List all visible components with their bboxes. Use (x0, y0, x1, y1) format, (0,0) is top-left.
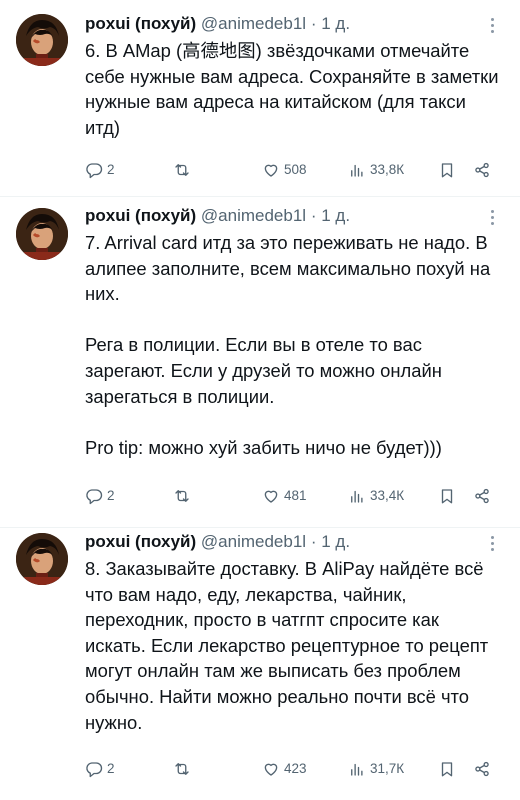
share-icon (475, 761, 489, 777)
repost-icon (175, 763, 189, 775)
tweet-actions: 2 481 33,4К (85, 484, 505, 508)
views-count: 33,8К (370, 162, 405, 177)
more-dots-icon[interactable] (486, 530, 500, 554)
avatar[interactable] (16, 533, 68, 585)
tweet-header: poxui (похуй) @animedeb1l · 1 д. (85, 530, 504, 554)
timestamp[interactable]: 1 д. (321, 206, 350, 225)
like-count: 508 (284, 162, 307, 177)
views-button[interactable]: 31,7К (348, 757, 404, 781)
tweet-header: poxui (похуй) @animedeb1l · 1 д. (85, 204, 504, 228)
like-button[interactable]: 423 (262, 757, 307, 781)
avatar-image (16, 208, 68, 260)
heart-icon (264, 164, 278, 177)
views-count: 31,7К (370, 761, 405, 776)
tweet[interactable]: poxui (похуй) @animedeb1l · 1 д. 7. Arri… (0, 197, 520, 527)
tweet-actions: 2 508 33,8К (85, 158, 505, 182)
views-icon (351, 490, 363, 503)
views-button[interactable]: 33,4К (348, 484, 404, 508)
tweet-text: 7. Arrival card итд за это переживать не… (85, 232, 491, 458)
timeline: poxui (похуй) @animedeb1l · 1 д. 6. В AM… (0, 0, 520, 800)
like-button[interactable]: 508 (262, 158, 307, 182)
views-icon (351, 763, 363, 776)
author-handle[interactable]: @animedeb1l (201, 14, 306, 33)
avatar-image (16, 14, 68, 66)
reply-button[interactable]: 2 (85, 158, 115, 182)
like-count: 481 (284, 488, 307, 503)
avatar[interactable] (16, 208, 68, 260)
reply-button[interactable]: 2 (85, 757, 115, 781)
reply-button[interactable]: 2 (85, 484, 115, 508)
reply-icon (86, 489, 103, 505)
heart-icon (264, 763, 278, 776)
tweet-header: poxui (похуй) @animedeb1l · 1 д. (85, 12, 504, 36)
author-name[interactable]: poxui (похуй) (85, 206, 196, 225)
tweet-text: 6. В AMap (高德地图) звёздочками отмечайте с… (85, 40, 499, 138)
author-handle[interactable]: @animedeb1l (201, 532, 306, 551)
reply-count: 2 (107, 761, 115, 776)
repost-icon (175, 490, 189, 502)
bookmark-button[interactable] (438, 757, 456, 781)
author-handle[interactable]: @animedeb1l (201, 206, 306, 225)
tweet[interactable]: poxui (похуй) @animedeb1l · 1 д. 6. В AM… (0, 0, 520, 196)
bookmark-button[interactable] (438, 158, 456, 182)
tweet-actions: 2 423 31,7К (85, 757, 505, 781)
share-button[interactable] (473, 484, 491, 508)
separator-dot: · (310, 532, 317, 551)
separator-dot: · (310, 206, 317, 225)
bookmark-icon (441, 163, 453, 178)
like-button[interactable]: 481 (262, 484, 307, 508)
views-count: 33,4К (370, 488, 405, 503)
bookmark-icon (441, 489, 453, 504)
repost-button[interactable] (173, 158, 195, 182)
reply-icon (86, 163, 103, 179)
heart-icon (264, 490, 278, 503)
timestamp[interactable]: 1 д. (321, 532, 350, 551)
author-name[interactable]: poxui (похуй) (85, 14, 196, 33)
bookmark-icon (441, 762, 453, 777)
like-count: 423 (284, 761, 307, 776)
reply-icon (86, 762, 103, 778)
share-button[interactable] (473, 158, 491, 182)
avatar-image (16, 533, 68, 585)
repost-button[interactable] (173, 484, 195, 508)
reply-count: 2 (107, 488, 115, 503)
views-button[interactable]: 33,8К (348, 158, 404, 182)
repost-icon (175, 164, 189, 176)
views-icon (351, 164, 363, 177)
share-icon (475, 488, 489, 504)
reply-count: 2 (107, 162, 115, 177)
tweet[interactable]: poxui (похуй) @animedeb1l · 1 д. 8. Зака… (0, 528, 520, 800)
timestamp[interactable]: 1 д. (321, 14, 350, 33)
bookmark-button[interactable] (438, 484, 456, 508)
separator-dot: · (310, 14, 317, 33)
more-dots-icon[interactable] (486, 204, 500, 228)
more-dots-icon[interactable] (486, 12, 500, 36)
share-icon (475, 162, 489, 178)
author-name[interactable]: poxui (похуй) (85, 532, 196, 551)
avatar[interactable] (16, 14, 68, 66)
share-button[interactable] (473, 757, 491, 781)
tweet-text: 8. Заказывайте доставку. В AliPay найдёт… (85, 558, 489, 733)
repost-button[interactable] (173, 757, 195, 781)
